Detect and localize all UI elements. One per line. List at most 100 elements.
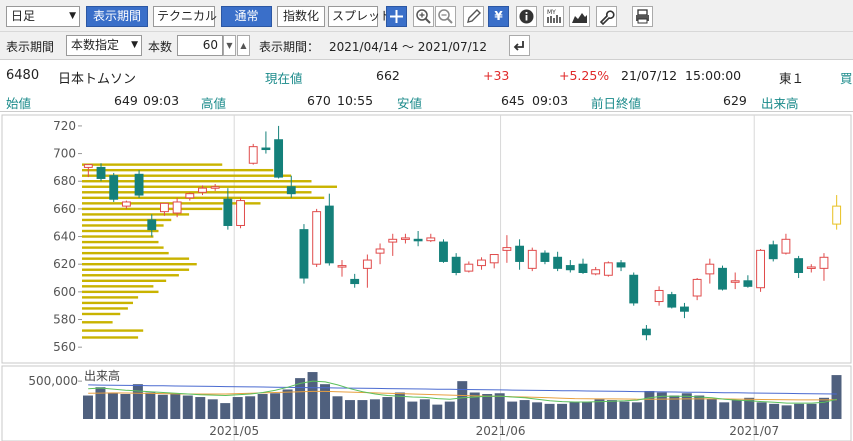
volume-profile-bar — [82, 235, 154, 238]
candle — [109, 172, 119, 202]
volume-profile-bar — [82, 285, 154, 288]
volume-bar — [582, 401, 592, 419]
volume-label: 出来高 — [761, 96, 799, 111]
candle-body — [350, 278, 360, 285]
candle-body — [806, 266, 816, 269]
volume-bar — [132, 384, 143, 419]
volume-bar — [320, 384, 331, 419]
volume-profile-bar — [82, 168, 274, 172]
pencil-icon[interactable] — [463, 6, 484, 27]
candle-body — [527, 249, 537, 269]
volume-bar — [794, 403, 805, 419]
y-tick-label: 720 — [53, 119, 76, 133]
count-down-icon[interactable]: ▼ — [223, 35, 236, 56]
quote-detail: 始値 649 09:03 高値 670 10:55 安値 645 09:03 前… — [0, 88, 853, 112]
count-input[interactable]: 60 — [177, 35, 223, 56]
candle-body — [680, 306, 689, 312]
open-time: 09:03 — [143, 93, 180, 108]
volume-profile-bar — [82, 218, 172, 222]
change-value: +33 — [483, 68, 510, 83]
wrench-icon[interactable] — [596, 6, 617, 27]
volume-profile-bar — [82, 312, 121, 316]
zoom-in-icon[interactable] — [413, 6, 434, 27]
spread-button[interactable]: スプレッド — [328, 6, 392, 27]
count-up-icon[interactable]: ▲ — [237, 35, 250, 56]
period-select[interactable]: 日足 ▼ — [6, 6, 80, 27]
quote-date: 21/07/12 — [621, 68, 678, 83]
candle-body — [299, 229, 309, 279]
area-chart-icon[interactable] — [569, 6, 590, 27]
volume-bar — [507, 401, 518, 419]
y-tick-label: 700 — [53, 147, 76, 161]
candle — [629, 272, 639, 306]
volume-bar — [519, 400, 530, 419]
volume-bar — [756, 402, 767, 419]
volume-profile-bar — [82, 268, 190, 271]
chevron-down-icon: ▼ — [69, 11, 76, 21]
x-tick-label: 2021/05 — [209, 424, 259, 438]
candle-body — [603, 262, 613, 276]
candle-body — [210, 186, 220, 189]
zoom-out-icon[interactable] — [435, 6, 456, 27]
volume-bar — [457, 381, 468, 419]
high-value: 670 — [307, 93, 331, 108]
volume-bar — [444, 401, 455, 419]
candle-body — [781, 238, 791, 254]
volume-bar — [731, 400, 742, 419]
volume-bar — [270, 393, 281, 419]
current-label: 現在値 — [265, 71, 303, 86]
volume-bar — [594, 399, 605, 419]
candle-body — [616, 262, 626, 268]
volume-bar — [344, 400, 355, 419]
quote-summary: 6480 日本トムソン 現在値 662 +33 +5.25% 21/07/12 … — [0, 60, 853, 88]
candle-body — [236, 200, 245, 226]
volume-bar — [382, 397, 393, 419]
volume-bar — [407, 401, 418, 419]
candle — [603, 261, 613, 277]
index-button[interactable]: 指数化 — [277, 6, 325, 27]
volume-profile-bar — [82, 246, 164, 249]
yen-icon[interactable]: ¥ — [488, 6, 509, 27]
info-icon[interactable] — [516, 6, 537, 27]
open-value: 649 — [114, 93, 138, 108]
return-icon[interactable] — [509, 35, 530, 56]
candle-body — [730, 280, 740, 283]
print-icon[interactable] — [632, 6, 653, 27]
candle-body — [654, 289, 664, 303]
candle-body — [337, 265, 347, 268]
volume-bar — [619, 401, 630, 419]
volume-profile-bar — [82, 263, 197, 266]
volume-bar — [182, 395, 193, 419]
candle-body — [324, 205, 334, 264]
stock-name: 日本トムソン — [58, 72, 137, 87]
volume-bar — [220, 403, 231, 419]
candle — [248, 143, 258, 165]
candle-body — [439, 241, 448, 262]
range-mode-select[interactable]: 本数指定 ▼ — [66, 35, 142, 56]
low-label: 安値 — [397, 96, 423, 111]
candle-body — [109, 175, 119, 200]
chevron-down-icon: ▼ — [131, 40, 138, 50]
my-chart-icon[interactable]: MY — [543, 6, 564, 27]
volume-bar — [781, 405, 792, 419]
candle-body — [667, 294, 677, 308]
volume-bar — [769, 403, 780, 419]
market-label: 東１ — [779, 71, 805, 86]
volume-profile-bar — [82, 213, 190, 216]
candle — [299, 224, 309, 284]
count-value: 60 — [202, 38, 218, 52]
candle-body — [134, 173, 144, 196]
period-label: 表示期間： — [259, 40, 320, 54]
normal-button[interactable]: 通常 — [221, 6, 272, 27]
period-button[interactable]: 表示期間 — [86, 6, 148, 27]
candle-body — [794, 258, 804, 273]
candle-body — [413, 238, 423, 242]
volume-bar — [257, 394, 268, 419]
candle-body — [223, 198, 233, 226]
technical-button[interactable]: テクニカル — [153, 6, 217, 27]
candle-body — [692, 278, 702, 297]
price-chart[interactable]: 560 580 600 620 640 660 680 700 720 出来高 500,000 2… — [0, 113, 853, 441]
plus-icon[interactable] — [386, 6, 407, 27]
candle-body — [96, 166, 106, 179]
y-tick-label: 680 — [53, 174, 76, 188]
